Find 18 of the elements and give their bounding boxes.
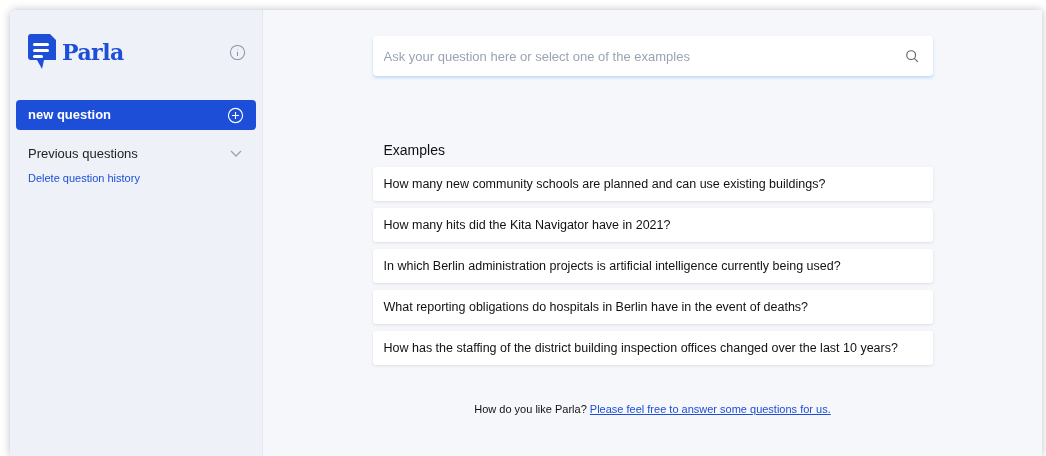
example-question[interactable]: In which Berlin administration projects is artificial intelligence currently being used? bbox=[372, 249, 933, 283]
chevron-icon bbox=[230, 150, 242, 158]
brand-name: Parla bbox=[62, 37, 124, 67]
feedback-link[interactable]: Please feel free to answer some questions for us. bbox=[589, 403, 831, 415]
delete-history-link[interactable]: Delete question history bbox=[28, 170, 140, 187]
example-question[interactable]: How many hits did the Kita Navigator have in 2021? bbox=[372, 208, 933, 242]
feedback-text: How do you like Parla? Please feel free to answer some questions for us. bbox=[474, 402, 831, 417]
example-question[interactable]: How has the staffing of the district building inspection offices changed over the last 10 years? bbox=[372, 331, 933, 365]
example-question[interactable]: How many new community schools are planned and can use existing buildings? bbox=[372, 167, 933, 201]
new-question-button[interactable]: new question bbox=[16, 100, 256, 130]
info-icon[interactable] bbox=[229, 43, 246, 61]
previous-questions-toggle[interactable]: Previous questions bbox=[16, 144, 256, 164]
search-icon[interactable] bbox=[904, 49, 919, 63]
search-field[interactable]: Ask your question here or select one of the examples bbox=[372, 36, 933, 76]
example-question[interactable]: What reporting obligations do hospitals in Berlin have in the event of deaths? bbox=[372, 290, 933, 324]
chat-document-icon bbox=[28, 34, 58, 70]
examples-heading: Examples bbox=[383, 141, 446, 160]
plus-circle-icon bbox=[227, 106, 244, 124]
